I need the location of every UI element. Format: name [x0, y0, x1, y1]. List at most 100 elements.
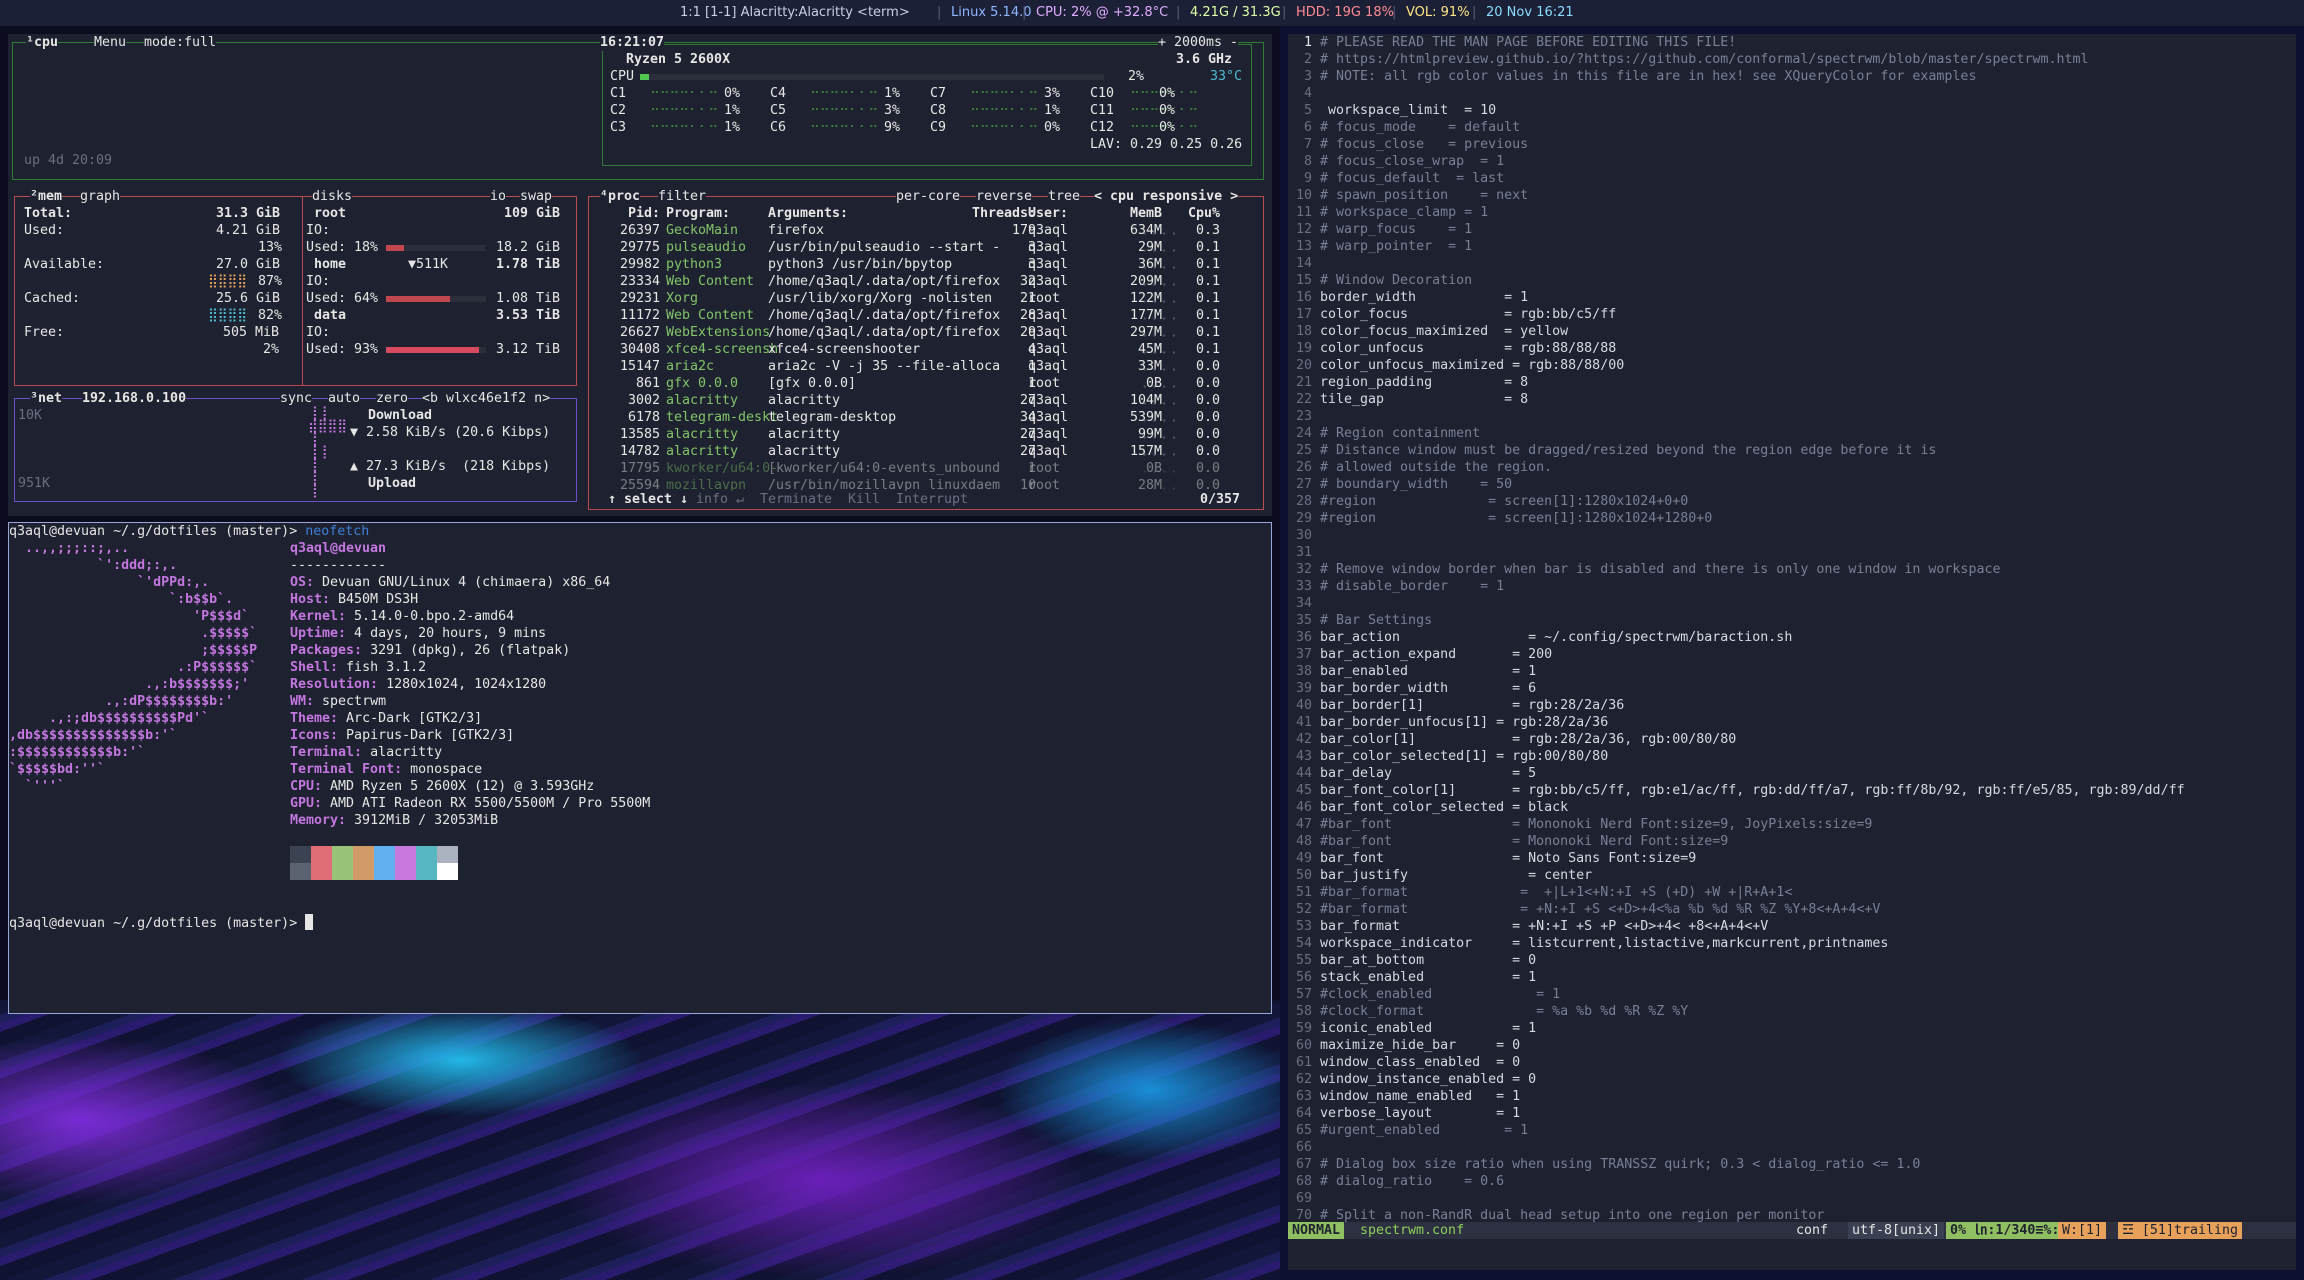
proc-col-header[interactable]: Program: — [666, 205, 730, 222]
proc-cpu-graph: ⠀⢀⢀⢀⢀ — [1128, 357, 1177, 372]
info-line: Memory: 3912MiB / 32053MiB — [290, 812, 498, 829]
code-line: # Remove window border when bar is disab… — [1320, 562, 2001, 577]
proc-filter[interactable]: filter — [658, 188, 707, 205]
line-number: 40 — [1295, 698, 1312, 713]
mem-total-label: Total: — [24, 206, 73, 221]
info-value: Arc-Dark [GTK2/3] — [338, 711, 483, 726]
line-number: 68 — [1295, 1174, 1312, 1189]
mode-button[interactable]: mode:full — [144, 35, 216, 50]
proc-cpu-graph: ⠀⢀⢀⢀⢀ — [1128, 255, 1177, 270]
cpu-total-meter — [640, 74, 1104, 80]
code-line: window_instance_enabled = 0 — [1320, 1072, 1537, 1087]
proc-col-header[interactable]: Arguments: — [768, 205, 848, 222]
cpu-box-title[interactable]: ¹cpu — [26, 35, 58, 50]
line-number: 60 — [1295, 1038, 1312, 1053]
info-line: Theme: Arc-Dark [GTK2/3] — [290, 710, 482, 727]
proc-col-header[interactable]: Pid: — [614, 205, 660, 222]
proc-cell: 0.0 — [1195, 461, 1220, 476]
code-line: # PLEASE READ THE MAN PAGE BEFORE EDITIN… — [1320, 35, 1737, 50]
proc-cell: 0.0 — [1195, 376, 1220, 391]
proc-cell: 29775 — [619, 240, 660, 255]
proc-cell: telegram-deskt — [666, 410, 779, 425]
core-label: C5 — [770, 103, 787, 118]
per-core-toggle[interactable]: per-core — [896, 188, 961, 205]
proc-box-title[interactable]: ⁴proc — [600, 189, 640, 204]
line-number: 44 — [1295, 766, 1312, 781]
proc-cell: pulseaudio — [666, 240, 747, 255]
proc-cell: python3 /usr/bin/bpytop — [768, 257, 953, 272]
neofetch-separator: ------------ — [290, 558, 387, 573]
info-key: Packages: — [290, 643, 363, 658]
disk-root-used-value: 18.2 GiB — [496, 240, 561, 255]
proc-cell: q3aql — [1028, 223, 1069, 238]
proc-cell: alacritty — [768, 393, 841, 408]
line-number: 58 — [1295, 1004, 1312, 1019]
code-line: iconic_enabled = 1 — [1320, 1021, 1537, 1036]
proc-cell: 17795 — [619, 461, 660, 476]
volume-status[interactable]: VOL: 91% — [1406, 0, 1470, 26]
sort-selector[interactable]: < cpu responsive > — [1094, 188, 1239, 205]
code-line: # workspace_clamp = 1 — [1320, 205, 1489, 220]
line-number: 42 — [1295, 732, 1312, 747]
info-line: Kernel: 5.14.0-0.bpo.2-amd64 — [290, 608, 514, 625]
net-sync-toggle[interactable]: sync — [280, 390, 313, 407]
proc-cell: 0.1 — [1195, 274, 1220, 289]
line-number: 56 — [1295, 970, 1312, 985]
proc-cell: root — [1028, 291, 1061, 306]
net-box-title[interactable]: ³net — [30, 391, 62, 406]
download-label: Download — [368, 408, 433, 423]
proc-cell: firefox — [768, 223, 825, 238]
info-button[interactable]: info ↵ — [696, 491, 745, 508]
line-number: 6 — [1303, 120, 1312, 135]
line-number: 35 — [1295, 613, 1312, 628]
color-swatch — [311, 863, 332, 880]
net-interface-selector[interactable]: <b wlxc46e1f2 n> — [422, 390, 551, 407]
terminal-window[interactable]: q3aql@devuan ~/.g/dotfiles (master)> neo… — [8, 522, 1272, 1014]
proc-cell: q3aql — [1028, 240, 1069, 255]
disk-home-io-label: IO: — [306, 274, 331, 289]
info-line: Uptime: 4 days, 20 hours, 9 mins — [290, 625, 546, 642]
proc-cpu-graph: ⠀⢀⢀⢀⢀ — [1128, 425, 1177, 440]
menu-button[interactable]: Menu — [94, 35, 126, 50]
workspace-indicator[interactable]: 1:1 [1-1] Alacritty:Alacritty <term> — [680, 0, 910, 26]
net-auto-toggle[interactable]: auto — [328, 390, 361, 407]
core-label: C12 — [1090, 120, 1115, 135]
tree-toggle[interactable]: tree — [1048, 188, 1081, 205]
code-line: #bar_format = +N:+I +S <+D>+4<%a %b %d %… — [1320, 902, 1881, 917]
core-pct: 0% — [1044, 120, 1061, 135]
color-swatch — [416, 846, 437, 863]
line-number: 33 — [1295, 579, 1312, 594]
proc-cpu-graph: ⠀⢀⢀⢀⢀ — [1128, 391, 1177, 406]
proc-col-header[interactable]: Threads: — [940, 205, 1036, 222]
proc-cell: 27 — [1019, 393, 1036, 408]
interrupt-button[interactable]: Interrupt — [896, 491, 969, 508]
core-label: C8 — [930, 103, 947, 118]
proc-cell: 21 — [1019, 291, 1036, 306]
mem-box-title[interactable]: ²mem — [30, 189, 62, 204]
btop-window[interactable]: ¹cpu Menu mode:full 16:21:07 + 2000ms - … — [8, 34, 1272, 516]
kill-button[interactable]: Kill — [848, 491, 881, 508]
net-zero-toggle[interactable]: zero — [376, 390, 409, 407]
proc-col-header[interactable]: User: — [1028, 205, 1068, 222]
graph-toggle[interactable]: graph — [80, 188, 121, 205]
core-pct: 3% — [1044, 86, 1061, 101]
color-swatch — [374, 863, 395, 880]
code-line: color_focus = rgb:bb/c5/ff — [1320, 307, 1617, 322]
line-number: 41 — [1295, 715, 1312, 730]
disk-root-io: IO: — [306, 223, 331, 238]
select-button[interactable]: ↑ select ↓ — [608, 491, 689, 508]
reverse-toggle[interactable]: reverse — [976, 188, 1033, 205]
disk-data-size: 3.53 TiB — [496, 308, 561, 323]
terminate-button[interactable]: Terminate — [760, 491, 833, 508]
swap-toggle[interactable]: swap — [520, 188, 553, 205]
update-interval[interactable]: + 2000ms - — [1158, 34, 1239, 51]
line-number: 39 — [1295, 681, 1312, 696]
line-number: 53 — [1295, 919, 1312, 934]
line-number: 19 — [1295, 341, 1312, 356]
proc-count: 0/357 — [1200, 491, 1241, 508]
io-toggle[interactable]: io — [490, 188, 507, 205]
proc-cell: 32 — [1019, 274, 1036, 289]
proc-col-header[interactable]: Cpu% — [1178, 205, 1220, 222]
disks-title[interactable]: disks — [312, 188, 353, 205]
editor-window[interactable]: 1 # PLEASE READ THE MAN PAGE BEFORE EDITI… — [1288, 34, 2296, 1270]
